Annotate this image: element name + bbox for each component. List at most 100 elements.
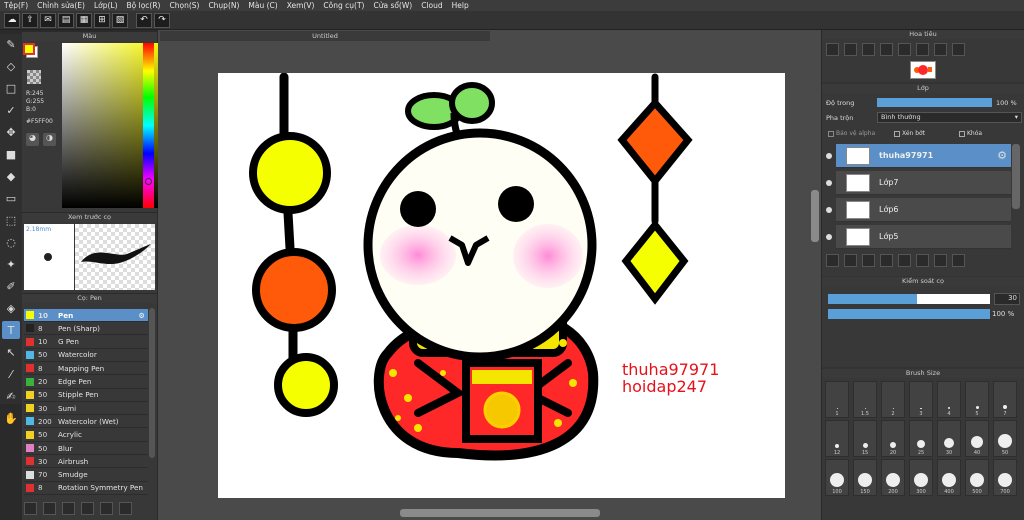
foreground-color-swatch[interactable] [23,43,35,55]
brush-size-preset[interactable]: 1 [825,381,849,418]
rotate-reset-icon[interactable] [916,43,929,56]
visibility-eye-icon[interactable] [826,179,832,186]
fit-icon[interactable] [862,43,875,56]
visibility-eye-icon[interactable] [826,206,832,213]
palette-icon[interactable]: ◕ [26,133,39,146]
menu-item[interactable]: Help [452,1,469,10]
lock-checkbox[interactable]: Khóa [959,130,982,137]
actual-size-icon[interactable] [880,43,893,56]
add-layer-menu-icon[interactable] [880,254,893,267]
layer-scrollbar[interactable] [1012,144,1020,209]
operation-tool-icon[interactable]: ↖ [2,343,20,361]
layer-row[interactable]: Lớp7 [826,171,1011,195]
brush-size-preset[interactable]: 40 [965,420,989,457]
cloud-icon[interactable]: ☁ [4,12,20,28]
wand-tool-icon[interactable]: ✦ [2,255,20,273]
layer-row[interactable]: Lớp6 [826,198,1011,222]
brush-item[interactable]: 20 Edge Pen [24,376,148,389]
undo-icon[interactable]: ↶ [136,12,152,28]
menu-item[interactable]: Cloud [421,1,442,10]
duplicate-layer-icon[interactable] [916,254,929,267]
brush-item[interactable]: 200 Watercolor (Wet) [24,415,148,429]
new-layer-1bit-icon[interactable] [862,254,875,267]
layer-opacity-slider[interactable] [877,98,992,107]
redo-icon[interactable]: ↷ [154,12,170,28]
add-brush-icon[interactable] [24,501,37,515]
canvas-horizontal-scrollbar[interactable] [400,509,600,517]
merge-layer-icon[interactable] [934,254,947,267]
menu-item[interactable]: Công cụ(T) [323,1,364,10]
brush-size-preset[interactable]: 400 [937,459,961,496]
brush-size-preset[interactable]: 25 [909,420,933,457]
brush-size-preset[interactable]: 15 [853,420,877,457]
document-tab[interactable]: Untitled [160,31,490,41]
visibility-eye-icon[interactable] [826,233,832,240]
brush-size-preset[interactable]: 30 [937,420,961,457]
canvas-vertical-scrollbar[interactable] [811,190,819,242]
delete-layer-icon[interactable] [952,254,965,267]
folder-icon[interactable] [81,501,94,515]
comment-icon[interactable]: ▤ [58,12,74,28]
rect-tool-icon[interactable]: □ [2,79,20,97]
drawing-canvas[interactable]: thuha97971 hoidap247 [218,72,785,498]
hand-tool-icon[interactable]: ✋ [2,409,20,427]
layer-row[interactable]: thuha97971 ⚙ [826,144,1011,168]
layer-folder-icon[interactable] [898,254,911,267]
zoom-out-icon[interactable] [844,43,857,56]
brush-size-preset[interactable]: 1.5 [853,381,877,418]
menu-item[interactable]: Cửa sổ(W) [373,1,412,10]
brush-size-slider[interactable] [828,294,990,304]
brush-item[interactable]: 50 Blur [24,442,148,455]
menu-item[interactable]: Xem(V) [287,1,315,10]
chat-icon[interactable]: ✉ [40,12,56,28]
menu-item[interactable]: Chọn(S) [169,1,199,10]
new-layer-icon[interactable] [826,254,839,267]
brush-size-preset[interactable]: 20 [881,420,905,457]
layer-row[interactable]: Lớp5 [826,225,1011,249]
eraser-tool-icon[interactable]: ◇ [2,57,20,75]
brush-item[interactable]: 50 Acrylic [24,429,148,442]
lasso-tool-icon[interactable]: ◌ [2,233,20,251]
blend-mode-select[interactable]: Bình thường ▾ [877,112,1022,123]
select-tool-icon[interactable]: ⬚ [2,211,20,229]
brush-size-preset[interactable]: 3 [909,381,933,418]
menu-item[interactable]: Chụp(N) [208,1,239,10]
menu-item[interactable]: Màu (C) [248,1,277,10]
brush-item[interactable]: 30 Sumi [24,402,148,416]
grid-icon[interactable]: ⊞ [94,12,110,28]
brush-size-preset[interactable]: 5 [965,381,989,418]
brush-tool-icon[interactable]: ✎ [2,35,20,53]
pen-tool-icon[interactable]: ✓ [2,101,20,119]
color-wheel-icon[interactable]: ◑ [43,133,56,146]
brush-size-preset[interactable]: 300 [909,459,933,496]
bucket-tool-icon[interactable]: ◆ [2,167,20,185]
transparent-swatch[interactable] [27,70,41,84]
menu-item[interactable]: Tệp(F) [4,1,28,10]
brush-item[interactable]: 50 Stipple Pen [24,389,148,402]
brush-size-preset[interactable]: 4 [937,381,961,418]
duplicate-icon[interactable] [100,501,113,515]
fill-rect-tool-icon[interactable]: ■ [2,145,20,163]
rotate-left-icon[interactable] [898,43,911,56]
delete-brush-icon[interactable] [119,501,132,515]
select-eraser-tool-icon[interactable]: ◈ [2,299,20,317]
brush-item[interactable]: 70 Smudge [24,469,148,482]
visibility-eye-icon[interactable] [826,152,832,159]
hand-pen-tool-icon[interactable]: ✍ [2,387,20,405]
move-tool-icon[interactable]: ✥ [2,123,20,141]
brush-size-preset[interactable]: 150 [853,459,877,496]
brush-menu-icon[interactable] [62,501,75,515]
brush-size-preset[interactable]: 200 [881,459,905,496]
text-tool-icon[interactable]: T [2,321,20,339]
brush-size-preset[interactable]: 7 [993,381,1017,418]
brush-item[interactable]: 10 Pen ⚙ [24,309,148,322]
brush-item[interactable]: 8 Pen (Sharp) [24,322,148,336]
flip-icon[interactable] [952,43,965,56]
navigator-thumbnail[interactable] [910,61,936,79]
snap-off-icon[interactable]: ▧ [112,12,128,28]
menu-item[interactable]: Lớp(L) [94,1,118,10]
snap-icon[interactable]: ▦ [76,12,92,28]
brush-size-value[interactable]: 30 [994,293,1020,305]
brush-list-scrollbar[interactable] [149,308,155,458]
protect-alpha-checkbox[interactable]: Bảo vệ alpha [828,130,875,137]
